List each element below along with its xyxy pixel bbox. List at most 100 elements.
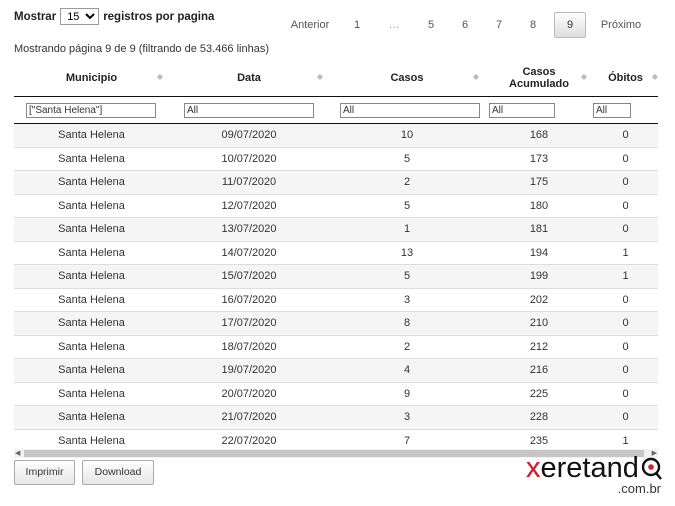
cell-acumulado: 216 — [485, 358, 593, 382]
cell-municipio: Santa Helena — [14, 287, 169, 312]
cell-data: 13/07/2020 — [169, 217, 329, 241]
cell-data: 20/07/2020 — [169, 381, 329, 406]
sort-icon: ◆ — [651, 72, 658, 81]
cell-obitos: 0 — [593, 146, 658, 171]
cell-municipio: Santa Helena — [14, 334, 169, 359]
page-link[interactable]: 7 — [482, 19, 516, 31]
logo-wordmark-accent: x — [526, 452, 541, 484]
table-row: Santa Helena 20/07/2020 9 225 0 — [14, 381, 658, 406]
current-page-button[interactable]: 9 — [554, 12, 586, 38]
cell-obitos: 0 — [593, 358, 658, 382]
filter-obitos-input[interactable] — [593, 102, 631, 118]
page-link[interactable]: 5 — [414, 19, 448, 31]
xeretando-logo: xeretand x .com.br — [526, 452, 662, 496]
cell-obitos: 0 — [593, 123, 658, 147]
logo-domain: .com.br — [618, 481, 662, 496]
column-header-data[interactable]: Data ◆ — [169, 60, 329, 97]
cell-data: 10/07/2020 — [169, 146, 329, 171]
next-page-link[interactable]: Próximo — [596, 19, 646, 31]
page-length-select[interactable]: 15 — [60, 8, 100, 25]
cell-data: 09/07/2020 — [169, 123, 329, 147]
print-button[interactable]: Imprimir — [14, 460, 75, 485]
pagination-ellipsis: … — [388, 19, 400, 31]
logo-wordmark-dark: xeretand — [526, 452, 639, 484]
cell-acumulado: 228 — [485, 405, 593, 429]
cell-data: 21/07/2020 — [169, 405, 329, 429]
table-row: Santa Helena 21/07/2020 3 228 0 — [14, 405, 658, 429]
cell-casos: 4 — [329, 358, 485, 382]
table-info: Mostrando página 9 de 9 (filtrando de 53… — [14, 43, 270, 55]
previous-page-link[interactable]: Anterior — [280, 19, 340, 31]
table-row: Santa Helena 18/07/2020 2 212 0 — [14, 334, 658, 359]
cell-casos: 3 — [329, 287, 485, 312]
table-row: Santa Helena 17/07/2020 8 210 0 — [14, 311, 658, 335]
cell-municipio: Santa Helena — [14, 193, 169, 218]
table-row: Santa Helena 09/07/2020 10 168 0 — [14, 123, 658, 147]
sort-icon: ◆ — [472, 72, 479, 81]
length-menu-prefix: Mostrar — [14, 10, 57, 23]
cell-obitos: 0 — [593, 381, 658, 406]
cell-acumulado: 202 — [485, 287, 593, 312]
length-menu: Mostrar 15 registros por pagina — [14, 8, 214, 25]
cell-data: 11/07/2020 — [169, 170, 329, 194]
column-header-label: Data — [237, 72, 261, 84]
table-row: Santa Helena 19/07/2020 4 216 0 — [14, 358, 658, 382]
cell-municipio: Santa Helena — [14, 358, 169, 382]
cell-municipio: Santa Helena — [14, 264, 169, 288]
filter-casos-input[interactable] — [340, 102, 480, 118]
page-link[interactable]: 6 — [448, 19, 482, 31]
table-row: Santa Helena 11/07/2020 2 175 0 — [14, 170, 658, 194]
cell-obitos: 0 — [593, 170, 658, 194]
table-row: Santa Helena 14/07/2020 13 194 1 — [14, 240, 658, 265]
cell-municipio: Santa Helena — [14, 240, 169, 265]
cell-data: 17/07/2020 — [169, 311, 329, 335]
cell-casos: 5 — [329, 193, 485, 218]
filter-data-input[interactable] — [184, 102, 314, 118]
cell-acumulado: 199 — [485, 264, 593, 288]
page-link[interactable]: 1 — [340, 19, 374, 31]
cell-acumulado: 180 — [485, 193, 593, 218]
column-header-municipio[interactable]: Municipio ◆ — [14, 60, 169, 97]
filter-acumulado-input[interactable] — [489, 102, 555, 118]
column-header-casos[interactable]: Casos ◆ — [329, 60, 485, 97]
cell-casos: 8 — [329, 311, 485, 335]
cell-municipio: Santa Helena — [14, 405, 169, 429]
length-menu-suffix: registros por pagina — [103, 10, 215, 23]
pagination: Anterior 1 … 5 6 7 8 9 Próximo — [280, 12, 646, 38]
column-header-acumulado[interactable]: Casos Acumulado ◆ — [485, 60, 593, 97]
cell-data: 12/07/2020 — [169, 193, 329, 218]
table-row: Santa Helena 12/07/2020 5 180 0 — [14, 193, 658, 218]
cell-casos: 5 — [329, 146, 485, 171]
cell-casos: 2 — [329, 170, 485, 194]
cell-casos: 3 — [329, 405, 485, 429]
cell-data: 14/07/2020 — [169, 240, 329, 265]
column-header-label: Casos Acumulado — [509, 66, 569, 90]
cell-obitos: 0 — [593, 193, 658, 218]
cell-casos: 9 — [329, 381, 485, 406]
cell-acumulado: 175 — [485, 170, 593, 194]
cell-obitos: 0 — [593, 217, 658, 241]
download-button[interactable]: Download — [82, 460, 154, 485]
table-body: Santa Helena 09/07/2020 10 168 0 Santa Helena… — [14, 123, 658, 452]
cell-casos: 5 — [329, 264, 485, 288]
page-link[interactable]: 8 — [516, 19, 550, 31]
logo-eye-pupil-icon — [648, 464, 654, 470]
cell-acumulado: 173 — [485, 146, 593, 171]
cell-municipio: Santa Helena — [14, 146, 169, 171]
cell-data: 16/07/2020 — [169, 287, 329, 312]
cell-casos: 10 — [329, 123, 485, 147]
cell-acumulado: 194 — [485, 240, 593, 265]
scroll-left-arrow-icon[interactable]: ◀ — [15, 449, 20, 457]
filter-municipio-input[interactable] — [26, 102, 156, 118]
cell-obitos: 0 — [593, 287, 658, 312]
cell-acumulado: 225 — [485, 381, 593, 406]
column-header-label: Casos — [390, 72, 424, 84]
column-header-obitos[interactable]: Óbitos ◆ — [593, 60, 658, 97]
cell-casos: 13 — [329, 240, 485, 265]
cell-acumulado: 210 — [485, 311, 593, 335]
cell-data: 15/07/2020 — [169, 264, 329, 288]
column-header-label: Municipio — [65, 72, 118, 84]
cell-acumulado: 168 — [485, 123, 593, 147]
cell-municipio: Santa Helena — [14, 123, 169, 147]
sort-icon: ◆ — [316, 72, 323, 81]
